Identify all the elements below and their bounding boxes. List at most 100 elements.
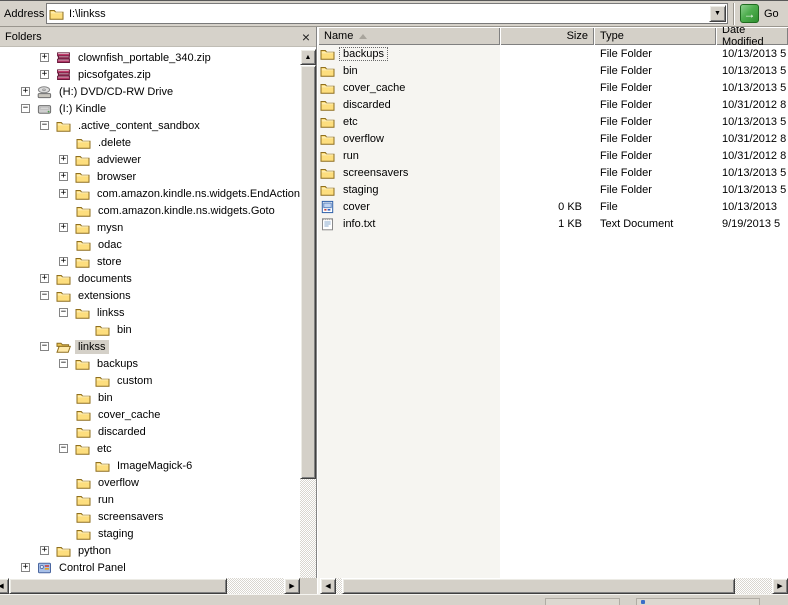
file-row[interactable]: discarded File Folder 10/31/2012 8	[318, 96, 788, 113]
tree-item[interactable]: staging	[0, 525, 300, 542]
tree-item-label[interactable]: screensavers	[95, 510, 166, 524]
file-row[interactable]: overflow File Folder 10/31/2012 8	[318, 130, 788, 147]
tree-item[interactable]: ImageMagick-6	[0, 457, 300, 474]
file-name[interactable]: discarded	[339, 98, 395, 112]
tree-item[interactable]: + python	[0, 542, 300, 559]
tree-item-label[interactable]: linkss	[75, 339, 109, 354]
collapse-icon[interactable]: −	[59, 308, 68, 317]
scrollbar-thumb[interactable]	[9, 578, 227, 594]
collapse-icon[interactable]: −	[59, 444, 68, 453]
file-name[interactable]: info.txt	[339, 217, 379, 231]
tree-item-label[interactable]: adviewer	[94, 153, 144, 167]
tree-item-label[interactable]: ImageMagick-6	[114, 459, 195, 473]
tree-item[interactable]: + browser	[0, 168, 300, 185]
collapse-icon[interactable]: −	[40, 291, 49, 300]
file-row[interactable]: run File Folder 10/31/2012 8	[318, 147, 788, 164]
collapse-icon[interactable]: −	[40, 121, 49, 130]
tree-item-label[interactable]: com.amazon.kindle.ns.widgets.EndActions	[94, 187, 300, 201]
tree-item-label[interactable]: (I:) Kindle	[56, 102, 109, 116]
tree-item[interactable]: + store	[0, 253, 300, 270]
address-input[interactable]: I:\linkss	[69, 8, 709, 20]
tree-item-label[interactable]: discarded	[95, 425, 149, 439]
file-name[interactable]: backups	[339, 46, 388, 61]
expand-icon[interactable]: +	[40, 274, 49, 283]
tree-item-label[interactable]: odac	[95, 238, 125, 252]
expand-icon[interactable]: +	[59, 172, 68, 181]
tree-item[interactable]: bin	[0, 389, 300, 406]
go-button[interactable]: → Go	[740, 4, 779, 23]
file-name[interactable]: overflow	[339, 132, 388, 146]
file-row[interactable]: info.txt 1 KB Text Document 9/19/2013 5	[318, 215, 788, 232]
file-name[interactable]: cover_cache	[339, 81, 409, 95]
scroll-right-button[interactable]: ▶	[772, 578, 788, 594]
tree-item-label[interactable]: backups	[94, 357, 141, 371]
tree-item[interactable]: screensavers	[0, 508, 300, 525]
expand-icon[interactable]: +	[59, 257, 68, 266]
tree-item[interactable]: run	[0, 491, 300, 508]
expand-icon[interactable]: +	[21, 563, 30, 572]
tree-item[interactable]: bin	[0, 321, 300, 338]
tree-item[interactable]: + com.amazon.kindle.ns.widgets.EndActions	[0, 185, 300, 202]
tree-item-label[interactable]: picsofgates.zip	[75, 68, 154, 82]
file-row[interactable]: staging File Folder 10/13/2013 5	[318, 181, 788, 198]
tree-item-label[interactable]: bin	[114, 323, 135, 337]
tree-item[interactable]: − .active_content_sandbox	[0, 117, 300, 134]
tree-horizontal-scrollbar[interactable]: ◀ ▶	[0, 578, 300, 594]
address-combo[interactable]: I:\linkss ▼	[46, 3, 728, 24]
tree-item-label[interactable]: .active_content_sandbox	[75, 119, 203, 133]
file-name[interactable]: bin	[339, 64, 362, 78]
expand-icon[interactable]: +	[21, 87, 30, 96]
scroll-left-button[interactable]: ◀	[320, 578, 336, 594]
tree-item[interactable]: + adviewer	[0, 151, 300, 168]
tree-item[interactable]: custom	[0, 372, 300, 389]
tree-item-label[interactable]: overflow	[95, 476, 142, 490]
tree-item-label[interactable]: bin	[95, 391, 116, 405]
expand-icon[interactable]: +	[59, 223, 68, 232]
tree-item-label[interactable]: documents	[75, 272, 135, 286]
tree-item-label[interactable]: clownfish_portable_340.zip	[75, 51, 214, 65]
tree-item[interactable]: overflow	[0, 474, 300, 491]
tree-item[interactable]: − (I:) Kindle	[0, 100, 300, 117]
expand-icon[interactable]: +	[40, 70, 49, 79]
tree-item[interactable]: + (H:) DVD/CD-RW Drive	[0, 83, 300, 100]
taskbar-button[interactable]	[545, 598, 620, 605]
tree-item-label[interactable]: .delete	[95, 136, 134, 150]
file-name[interactable]: screensavers	[339, 166, 412, 180]
tree-item[interactable]: + documents	[0, 270, 300, 287]
file-row[interactable]: etc File Folder 10/13/2013 5	[318, 113, 788, 130]
tree-item[interactable]: + picsofgates.zip	[0, 66, 300, 83]
file-row[interactable]: screensavers File Folder 10/13/2013 5	[318, 164, 788, 181]
tree-item-label[interactable]: browser	[94, 170, 139, 184]
tree-item-label[interactable]: cover_cache	[95, 408, 163, 422]
scrollbar-thumb[interactable]	[300, 65, 316, 479]
file-name[interactable]: cover	[339, 200, 374, 214]
tree-item-label[interactable]: com.amazon.kindle.ns.widgets.Goto	[95, 204, 278, 218]
taskbar-button[interactable]	[636, 598, 760, 605]
tree-item[interactable]: − etc	[0, 440, 300, 457]
tree-item[interactable]: − backups	[0, 355, 300, 372]
column-header-size[interactable]: Size	[500, 27, 594, 45]
tree-item-label[interactable]: run	[95, 493, 117, 507]
expand-icon[interactable]: +	[59, 189, 68, 198]
scrollbar-thumb[interactable]	[342, 578, 735, 594]
tree-item[interactable]: odac	[0, 236, 300, 253]
expand-icon[interactable]: +	[40, 53, 49, 62]
file-name[interactable]: staging	[339, 183, 382, 197]
expand-icon[interactable]: +	[40, 546, 49, 555]
tree-item-label[interactable]: custom	[114, 374, 155, 388]
expand-icon[interactable]: +	[59, 155, 68, 164]
tree-item[interactable]: com.amazon.kindle.ns.widgets.Goto	[0, 202, 300, 219]
tree-item[interactable]: .delete	[0, 134, 300, 151]
tree-item-label[interactable]: store	[94, 255, 124, 269]
collapse-icon[interactable]: −	[40, 342, 49, 351]
tree-item-label[interactable]: linkss	[94, 306, 128, 320]
file-list-horizontal-scrollbar[interactable]: ◀ ▶	[320, 578, 788, 594]
file-row[interactable]: cover 0 KB File 10/13/2013	[318, 198, 788, 215]
tree-item-label[interactable]: Control Panel	[56, 561, 129, 575]
tree-item[interactable]: + mysn	[0, 219, 300, 236]
tree-item[interactable]: cover_cache	[0, 406, 300, 423]
file-name[interactable]: run	[339, 149, 363, 163]
tree-item[interactable]: − linkss	[0, 338, 300, 355]
tree-item[interactable]: − linkss	[0, 304, 300, 321]
file-row[interactable]: bin File Folder 10/13/2013 5	[318, 62, 788, 79]
